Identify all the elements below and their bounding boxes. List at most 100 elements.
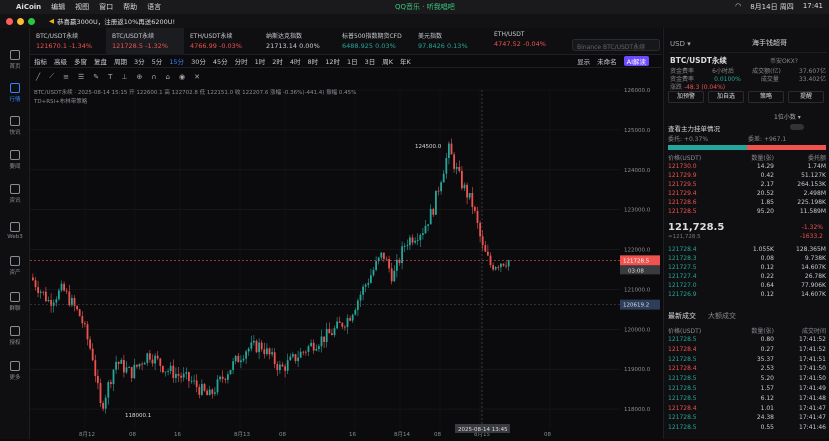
toolbar-item[interactable]: 30分 (191, 56, 206, 66)
fib-tool-icon[interactable]: ☰ (78, 73, 84, 81)
candle-body (97, 375, 99, 384)
add-alert-button[interactable]: 加预警 (668, 91, 704, 103)
toolbar-item[interactable]: 8时 (308, 56, 319, 66)
toolbar-item[interactable]: 复盘 (94, 56, 107, 66)
orderbook-row[interactable]: 121730.0 14.29 1.74M (668, 163, 826, 171)
orderbook-cell: 11.589M (799, 208, 826, 215)
trade-row: 121728.5 6.12 17:41:48 (668, 395, 826, 403)
sidebar-item-web3[interactable]: Web3 (0, 222, 30, 240)
wifi-icon[interactable]: ◠ (735, 2, 741, 12)
currency-select[interactable]: USD ▾ (670, 40, 691, 48)
exchange-label[interactable]: 币安OKX? (770, 56, 798, 65)
chart-svg[interactable]: 126000.0 125000.0 124000.0 123000.0 122000.0… (18, 84, 662, 439)
brush-tool-icon[interactable]: ✎ (93, 73, 99, 81)
sidebar-item-flash[interactable]: 快讯 (0, 116, 30, 136)
toolbar-item[interactable]: 1时 (255, 56, 266, 66)
menu-help[interactable]: 帮助 (123, 2, 137, 12)
toolbar-item[interactable]: 1日 (347, 56, 358, 66)
toolbar-right-item[interactable]: 未命名 (597, 56, 617, 66)
toolbar-item[interactable]: 45分 (213, 56, 228, 66)
trade-cell: 17:41:50 (799, 365, 826, 373)
orderbook-row[interactable]: 121729.9 0.42 51.127K (668, 172, 826, 180)
menu-edit[interactable]: 编辑 (51, 2, 65, 12)
orderbook-row[interactable]: 121728.6 1.85 225.198K (668, 199, 826, 207)
orderbook-row[interactable]: 121727.4 0.22 26.78K (668, 273, 826, 281)
toolbar-right-item[interactable]: 显示 (577, 56, 590, 66)
remind-button[interactable]: 提醒 (788, 91, 824, 103)
minimize-window-button[interactable] (17, 17, 24, 25)
tab-sp500[interactable]: 标普500指数期货CFD 6488.925 0.03% (336, 28, 412, 55)
toolbar-item[interactable]: 3日 (365, 56, 376, 66)
toolbar-item[interactable]: 2时 (272, 56, 283, 66)
ray-tool-icon[interactable]: ⟋ (49, 72, 54, 81)
music-widget[interactable]: QQ音乐 · 听我唱吧 (395, 2, 455, 12)
sidebar-item-chat[interactable]: 群聊 (0, 292, 30, 312)
candle-body (37, 287, 39, 293)
orderbook-row[interactable]: 121728.5 95.20 11.589M (668, 208, 826, 216)
candlestick-chart[interactable]: 126000.0 125000.0 124000.0 123000.0 122000.0… (18, 84, 662, 439)
app-name[interactable]: AiCoin (16, 3, 41, 11)
toolbar-item[interactable]: 分时 (235, 56, 248, 66)
sidebar-item-news[interactable]: 要闻 (0, 150, 30, 170)
tab-btc-perp-1[interactable]: BTC/USDT永续 121670.1 -1.34% (30, 28, 106, 55)
tab-large-trades[interactable]: 大额成交 (708, 311, 736, 321)
tab-latest-trades[interactable]: 最新成交 (668, 311, 696, 321)
sidebar-item-home[interactable]: 首页 (0, 50, 30, 70)
line-tool-icon[interactable]: ╱ (36, 73, 40, 81)
lock-tool-icon[interactable]: ⌂ (166, 73, 170, 81)
toolbar-item[interactable]: 4时 (290, 56, 301, 66)
trash-tool-icon[interactable]: ✕ (194, 73, 200, 81)
tab-name: ETH/USDT (494, 31, 525, 38)
channel-tool-icon[interactable]: ≡ (63, 73, 69, 81)
tab-nasdaq[interactable]: 纳斯达克指数 21713.14 0.00% (260, 28, 336, 55)
candle-body (297, 357, 299, 362)
toolbar-item[interactable]: 周K (382, 56, 393, 66)
orderbook-row[interactable]: 121728.4 1.055K 128.365M (668, 246, 826, 254)
tab-dxy[interactable]: 美元指数 97.8426 0.13% (412, 28, 488, 55)
orderbook-row[interactable]: 121726.9 0.12 14.607K (668, 291, 826, 299)
toolbar-item[interactable]: 指标 (34, 56, 47, 66)
magnet-tool-icon[interactable]: ∩ (151, 73, 156, 81)
orderbook-row[interactable]: 121727.0 0.64 77.906K (668, 282, 826, 290)
toolbar-item[interactable]: 12时 (325, 56, 340, 66)
sidebar-label: 资讯 (9, 198, 21, 204)
sidebar-item-market[interactable]: 行情 (0, 83, 30, 103)
trade-cell: 0.27 (760, 345, 774, 353)
symbol-search-input[interactable]: Binance BTC/USDT永续 (572, 39, 660, 51)
user-name[interactable]: 海手钱超哥 (752, 38, 787, 48)
orderbook-row[interactable]: 121727.5 0.12 14.607K (668, 264, 826, 272)
menu-language[interactable]: 语言 (147, 2, 161, 12)
sidebar-item-auth[interactable]: 授权 (0, 326, 30, 346)
toolbar-item[interactable]: 5分 (152, 56, 163, 66)
menu-window[interactable]: 窗口 (99, 2, 113, 12)
sidebar-item-more[interactable]: 更多 (0, 361, 30, 381)
sidebar-item-info[interactable]: 资讯 (0, 184, 30, 204)
toolbar-item[interactable]: 周期 (114, 56, 127, 66)
maximize-window-button[interactable] (28, 17, 35, 25)
eye-tool-icon[interactable]: ◉ (179, 73, 185, 81)
toolbar-item[interactable]: 高级 (54, 56, 67, 66)
section-title[interactable]: 查看主力挂单情况 (668, 123, 720, 133)
toggle-switch[interactable] (790, 124, 804, 130)
toolbar-item[interactable]: 15分 (169, 56, 184, 66)
toolbar-item[interactable]: 多窗 (74, 56, 87, 66)
toolbar-item[interactable]: 3分 (134, 56, 145, 66)
orderbook-row[interactable]: 121729.5 2.17 264.153K (668, 181, 826, 189)
text-tool-icon[interactable]: T (108, 73, 112, 81)
zoom-tool-icon[interactable]: ⊕ (137, 73, 143, 81)
tab-eth-perp[interactable]: ETH/USDT永续 4766.99 -0.03% (184, 28, 260, 55)
orderbook-row[interactable]: 121729.4 20.52 2.498M (668, 190, 826, 198)
tab-btc-perp-2[interactable]: BTC/USDT永续 121728.5 -1.32% (106, 28, 184, 55)
add-favorite-button[interactable]: 加自选 (708, 91, 744, 103)
orderbook-row[interactable]: 121728.3 0.08 9.738K (668, 255, 826, 263)
toolbar-item[interactable]: 年K (400, 56, 411, 66)
promo-notice[interactable]: ◀ 恭喜赢3000U，注册返10%再送6200U! (49, 16, 175, 26)
close-window-button[interactable] (6, 17, 13, 25)
measure-tool-icon[interactable]: ⊥ (121, 73, 127, 81)
depth-select[interactable]: 1位小数 ▾ (774, 112, 801, 121)
tab-eth-spot[interactable]: ETH/USDT 4747.52 -0.04% (488, 28, 564, 55)
toolbar-right-item[interactable]: AI解读 (623, 56, 649, 66)
strategy-button[interactable]: 策略 (748, 91, 784, 103)
menu-view[interactable]: 视图 (75, 2, 89, 12)
sidebar-item-assets[interactable]: 资产 (0, 256, 30, 276)
